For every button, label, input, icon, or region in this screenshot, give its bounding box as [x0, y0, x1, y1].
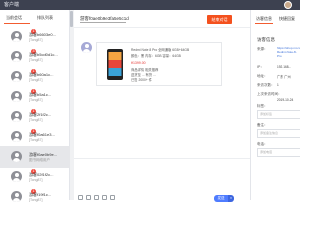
- message-composer[interactable]: 发送 ▾: [74, 158, 250, 202]
- conversation-item[interactable]: 1 游客02f1f2c... [Tong87]: [0, 166, 70, 188]
- quick-reply-icon[interactable]: [110, 195, 115, 200]
- conversation-subtitle: [Tong87]: [29, 98, 43, 102]
- top-bar: 客户端: [0, 0, 300, 10]
- user-avatar[interactable]: [284, 1, 292, 9]
- tab-quick-reply[interactable]: 快捷回复: [279, 16, 295, 22]
- conversation-subtitle: [Tong87]: [29, 58, 43, 62]
- field-label-note: 备注：: [257, 123, 268, 127]
- app-title: 客户端: [4, 2, 20, 8]
- tab-visitor-info[interactable]: 访客信息: [256, 16, 272, 22]
- visitor-info-panel: 访客信息 快捷回复 访客信息 来源： https://shop.mi.com/.…: [250, 10, 300, 200]
- tag-input[interactable]: 添加标签: [257, 110, 300, 119]
- conversation-item[interactable]: 3 游客b5cd0d1c... [Tong87]: [0, 46, 70, 68]
- field-label-address: 地址：: [257, 74, 268, 78]
- field-value-last-visit: 2019-10-24: [277, 98, 294, 102]
- end-conversation-button[interactable]: 结束对话: [207, 15, 232, 24]
- visitor-avatar: [11, 131, 22, 142]
- field-label-last-visit: 上次来访时间：: [257, 92, 282, 96]
- field-label-visits: 来访次数：: [257, 83, 275, 87]
- product-title: Redmi Note 8 Pro 全网通版 6GB+64GB: [131, 48, 190, 52]
- conversation-subtitle: [Tong87]: [29, 38, 43, 42]
- field-value-visits: 1: [277, 83, 279, 87]
- visitor-avatar: [11, 191, 22, 202]
- conversation-item[interactable]: 1 游客b60a1c... [Tong87]: [0, 66, 70, 88]
- screenshot-icon[interactable]: [102, 195, 107, 200]
- visitor-avatar: [11, 51, 22, 62]
- sidebar-tabs: 当前会话 排队列表: [0, 10, 70, 25]
- conversation-subtitle: [Tong87]: [29, 198, 43, 202]
- visitor-avatar: [11, 111, 22, 122]
- app-window: 客户端 当前会话 排队列表 1 游客b6603e0... [Tong87] 3 游客b5…: [0, 0, 300, 202]
- conversation-item[interactable]: 游客f0ae0b9e... 图书网络用户: [0, 146, 70, 168]
- conversation-item[interactable]: 1 游客2f1f2c... [Tong87]: [0, 106, 70, 128]
- send-button[interactable]: 发送: [214, 195, 228, 202]
- chat-header: 游客f0ae0b9e3fa5e5c1d 结束对话: [74, 10, 250, 28]
- send-options-dropdown[interactable]: ▾: [228, 195, 234, 202]
- sidebar-scrollbar-thumb[interactable]: [70, 11, 73, 27]
- field-value-address: 广东 广州: [277, 75, 291, 79]
- conversation-item[interactable]: 1 游客f0a61e3... [Tong87]: [0, 126, 70, 148]
- visitor-avatar: [81, 42, 92, 53]
- chat-title-underline: [80, 22, 126, 23]
- field-label-source: 来源：: [257, 47, 268, 51]
- visitor-avatar: [11, 31, 22, 42]
- active-tab-indicator: [4, 23, 30, 24]
- product-price: ¥1399.00: [131, 61, 146, 65]
- conversation-subtitle: [Tong87]: [29, 138, 43, 142]
- phone-input[interactable]: 添加电话: [257, 148, 300, 157]
- conversation-item[interactable]: 1 游客b6603e0... [Tong87]: [0, 26, 70, 48]
- conversation-subtitle: [Tong87]: [29, 78, 43, 82]
- field-label-phone: 电话：: [257, 142, 268, 146]
- conversation-item[interactable]: 1 游客f19f1c... [Tong87]: [0, 186, 70, 208]
- product-card-message[interactable]: Redmi Note 8 Pro 全网通版 6GB+64GB 颜色：黑 内存：6…: [96, 42, 222, 86]
- visitor-avatar: [11, 151, 22, 162]
- tab-current-sessions[interactable]: 当前会话: [6, 15, 22, 21]
- visitor-avatar: [11, 171, 22, 182]
- visitor-avatar: [11, 71, 22, 82]
- section-title: 访客信息: [257, 37, 275, 42]
- product-phone-image: [107, 49, 123, 80]
- product-desc-line: 已售 2000+ 件: [131, 78, 152, 82]
- conversation-item[interactable]: 1 游客b5a1c... [Tong87]: [0, 86, 70, 108]
- visitor-avatar: [11, 91, 22, 102]
- product-spec: 颜色：黑 内存：6GB 容量：64GB: [131, 54, 181, 58]
- note-input[interactable]: 添加备注信息: [257, 129, 300, 138]
- conversation-subtitle: [Tong87]: [29, 118, 43, 122]
- image-upload-icon[interactable]: [86, 195, 91, 200]
- source-link[interactable]: https://shop.mi.com/... Redmi-Note-8-Pro: [277, 46, 300, 58]
- file-upload-icon[interactable]: [94, 195, 99, 200]
- emoji-icon[interactable]: [78, 195, 83, 200]
- conversation-subtitle: 图书网络用户: [29, 158, 50, 162]
- active-tab-indicator: [255, 23, 273, 24]
- conversation-subtitle: [Tong87]: [29, 178, 43, 182]
- chat-panel: 游客f0ae0b9e3fa5e5c1d 结束对话 Redmi Note 8 Pr…: [74, 10, 250, 202]
- field-label-tags: 标签：: [257, 104, 268, 108]
- tab-queue-list[interactable]: 排队列表: [37, 15, 53, 21]
- conversation-sidebar: 当前会话 排队列表 1 游客b6603e0... [Tong87] 3 游客b5cd0d…: [0, 10, 70, 202]
- field-label-ip: IP：: [257, 65, 264, 69]
- field-value-ip: 192.168...: [277, 65, 292, 69]
